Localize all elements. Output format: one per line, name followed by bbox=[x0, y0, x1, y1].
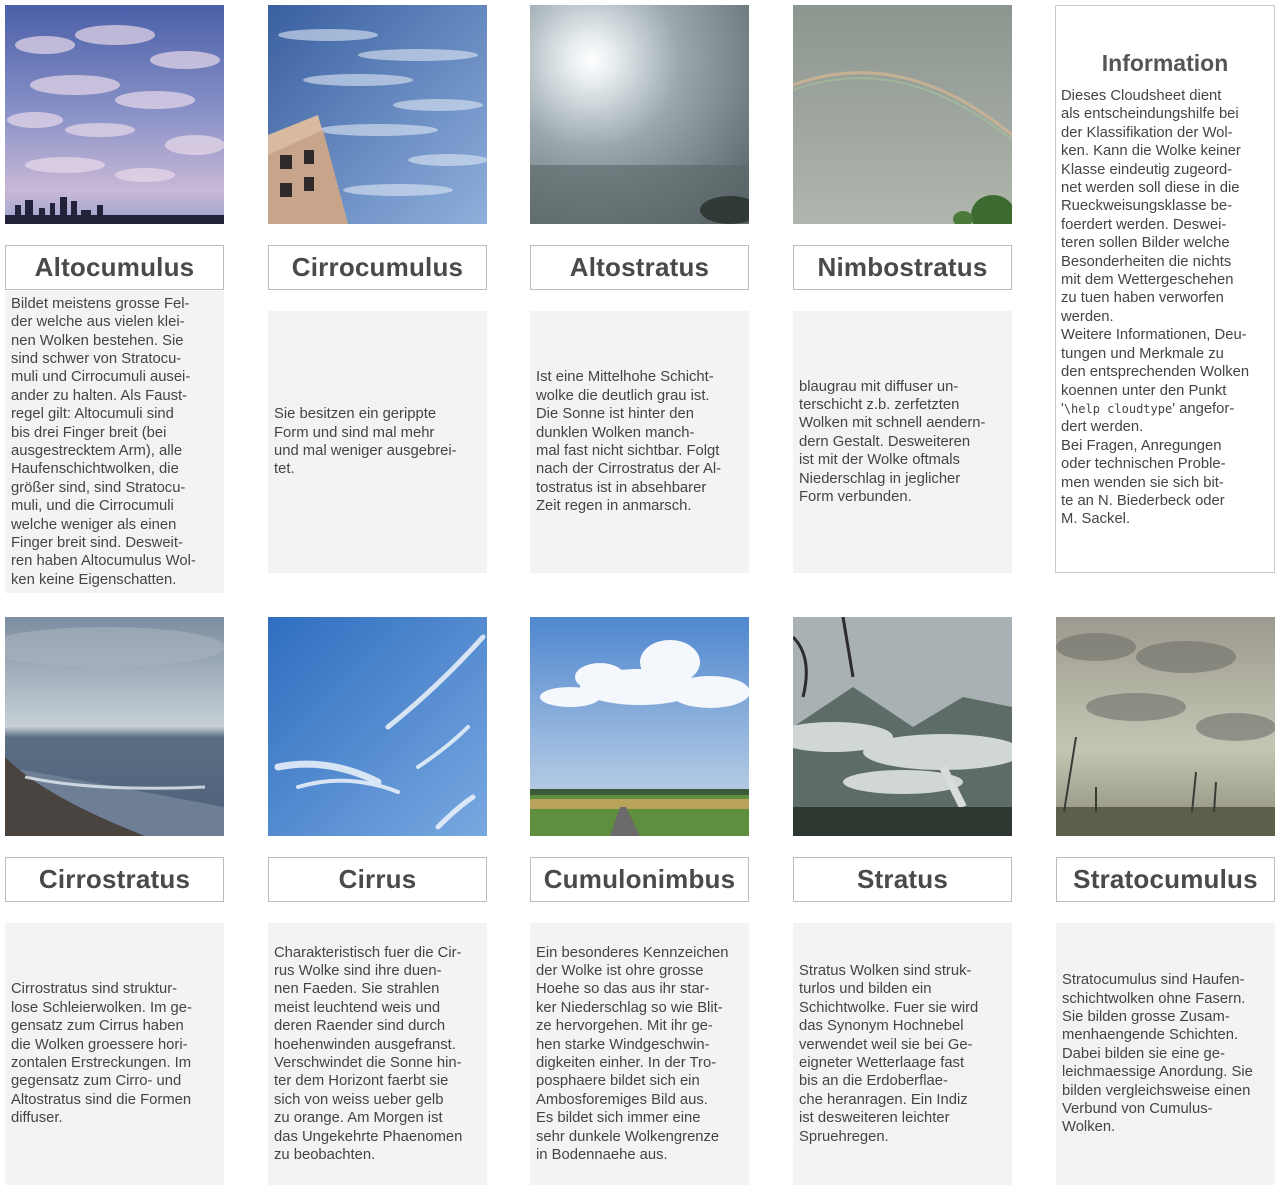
cloud-description: Sie besitzen ein gerippte Form und sind … bbox=[268, 311, 487, 573]
cloud-title: Stratus bbox=[793, 857, 1012, 902]
cloud-title: Cirrus bbox=[268, 857, 487, 902]
information-text-part2: ' angefor- dert werden. Bei Fragen, Anre… bbox=[1061, 400, 1235, 528]
cloud-title: Altocumulus bbox=[5, 245, 224, 290]
information-text: Dieses Cloudsheet dient als entscheindun… bbox=[1061, 87, 1273, 529]
altocumulus-photo bbox=[5, 5, 224, 224]
cloud-description-text: Ist eine Mittelhohe Schicht- wolke die d… bbox=[536, 369, 722, 515]
cloud-description-text: Charakteristisch fuer die Cir- rus Wolke… bbox=[274, 944, 463, 1164]
cloud-description: Stratocumulus sind Haufen- schichtwolken… bbox=[1056, 923, 1275, 1185]
cloud-description: Ist eine Mittelhohe Schicht- wolke die d… bbox=[530, 311, 749, 573]
cloud-description: Stratus Wolken sind struk- turlos und bi… bbox=[793, 923, 1012, 1185]
cloud-title: Cirrocumulus bbox=[268, 245, 487, 290]
cloud-description: Ein besonderes Kennzeichen der Wolke ist… bbox=[530, 923, 749, 1185]
cloud-title: Cirrostratus bbox=[5, 857, 224, 902]
cloud-description-text: Stratus Wolken sind struk- turlos und bi… bbox=[799, 962, 979, 1145]
cloud-description: blaugrau mit diffuser un- terschicht z.b… bbox=[793, 311, 1012, 573]
cloud-description: Cirrostratus sind struktur- lose Schleie… bbox=[5, 923, 224, 1185]
altostratus-photo bbox=[530, 5, 749, 224]
cloud-description: Charakteristisch fuer die Cir- rus Wolke… bbox=[268, 923, 487, 1185]
cloud-description-text: blaugrau mit diffuser un- terschicht z.b… bbox=[799, 378, 986, 506]
information-text-part1: Dieses Cloudsheet dient als entscheindun… bbox=[1061, 88, 1250, 417]
stratocumulus-photo bbox=[1056, 617, 1275, 836]
cloud-description-text: Cirrostratus sind struktur- lose Schleie… bbox=[11, 981, 192, 1127]
cloud-description-text: Stratocumulus sind Haufen- schichtwolken… bbox=[1062, 972, 1253, 1136]
cloud-description-text: Sie besitzen ein gerippte Form und sind … bbox=[274, 406, 457, 478]
cloud-title: Altostratus bbox=[530, 245, 749, 290]
cloud-description-text: Ein besonderes Kennzeichen der Wolke ist… bbox=[536, 944, 729, 1164]
information-title: Information bbox=[1101, 50, 1229, 76]
cloud-description-text: Bildet meistens grosse Fel- der welche a… bbox=[11, 295, 196, 588]
cirrocumulus-photo bbox=[268, 5, 487, 224]
cloud-title: Cumulonimbus bbox=[530, 857, 749, 902]
nimbostratus-photo bbox=[793, 5, 1012, 224]
help-command: \help cloudtype bbox=[1063, 401, 1173, 416]
cumulonimbus-photo bbox=[530, 617, 749, 836]
cirrus-photo bbox=[268, 617, 487, 836]
cloud-title: Stratocumulus bbox=[1056, 857, 1275, 902]
information-panel: Information Dieses Cloudsheet dient als … bbox=[1055, 5, 1275, 573]
cloud-title: Nimbostratus bbox=[793, 245, 1012, 290]
stratus-photo bbox=[793, 617, 1012, 836]
cloud-description: Bildet meistens grosse Fel- der welche a… bbox=[5, 291, 224, 593]
cirrostratus-photo bbox=[5, 617, 224, 836]
